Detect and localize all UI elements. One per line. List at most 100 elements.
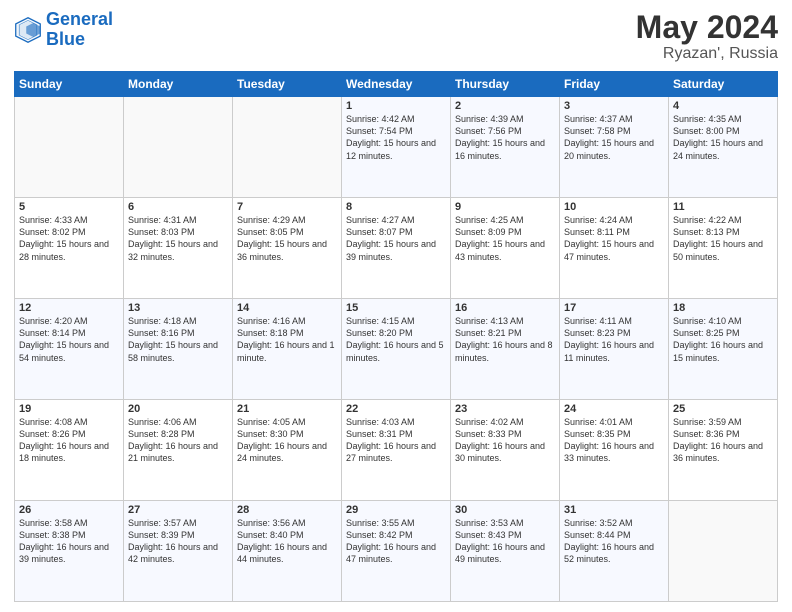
day-number: 24: [564, 403, 664, 415]
cell-info: Sunrise: 3:59 AMSunset: 8:36 PMDaylight:…: [673, 416, 773, 465]
calendar-cell: 31Sunrise: 3:52 AMSunset: 8:44 PMDayligh…: [560, 501, 669, 602]
cell-info: Sunrise: 3:55 AMSunset: 8:42 PMDaylight:…: [346, 517, 446, 566]
calendar-cell: 26Sunrise: 3:58 AMSunset: 8:38 PMDayligh…: [15, 501, 124, 602]
weekday-header-wednesday: Wednesday: [342, 72, 451, 97]
calendar-cell: 16Sunrise: 4:13 AMSunset: 8:21 PMDayligh…: [451, 299, 560, 400]
day-number: 23: [455, 403, 555, 415]
calendar-cell: 30Sunrise: 3:53 AMSunset: 8:43 PMDayligh…: [451, 501, 560, 602]
weekday-header-thursday: Thursday: [451, 72, 560, 97]
cell-info: Sunrise: 4:35 AMSunset: 8:00 PMDaylight:…: [673, 113, 773, 162]
day-number: 20: [128, 403, 228, 415]
week-row-3: 12Sunrise: 4:20 AMSunset: 8:14 PMDayligh…: [15, 299, 778, 400]
day-number: 31: [564, 504, 664, 516]
cell-info: Sunrise: 4:25 AMSunset: 8:09 PMDaylight:…: [455, 214, 555, 263]
header: General Blue May 2024 Ryazan', Russia: [14, 10, 778, 63]
cell-info: Sunrise: 4:22 AMSunset: 8:13 PMDaylight:…: [673, 214, 773, 263]
calendar-cell: 24Sunrise: 4:01 AMSunset: 8:35 PMDayligh…: [560, 400, 669, 501]
weekday-header-tuesday: Tuesday: [233, 72, 342, 97]
day-number: 18: [673, 302, 773, 314]
cell-info: Sunrise: 3:52 AMSunset: 8:44 PMDaylight:…: [564, 517, 664, 566]
cell-info: Sunrise: 4:10 AMSunset: 8:25 PMDaylight:…: [673, 315, 773, 364]
calendar-cell: 12Sunrise: 4:20 AMSunset: 8:14 PMDayligh…: [15, 299, 124, 400]
calendar-cell: [15, 97, 124, 198]
calendar-cell: 20Sunrise: 4:06 AMSunset: 8:28 PMDayligh…: [124, 400, 233, 501]
day-number: 14: [237, 302, 337, 314]
day-number: 16: [455, 302, 555, 314]
calendar-cell: 28Sunrise: 3:56 AMSunset: 8:40 PMDayligh…: [233, 501, 342, 602]
cell-info: Sunrise: 3:56 AMSunset: 8:40 PMDaylight:…: [237, 517, 337, 566]
day-number: 21: [237, 403, 337, 415]
calendar-cell: 3Sunrise: 4:37 AMSunset: 7:58 PMDaylight…: [560, 97, 669, 198]
cell-info: Sunrise: 4:29 AMSunset: 8:05 PMDaylight:…: [237, 214, 337, 263]
cell-info: Sunrise: 4:20 AMSunset: 8:14 PMDaylight:…: [19, 315, 119, 364]
weekday-header-saturday: Saturday: [669, 72, 778, 97]
cell-info: Sunrise: 4:42 AMSunset: 7:54 PMDaylight:…: [346, 113, 446, 162]
calendar-cell: 1Sunrise: 4:42 AMSunset: 7:54 PMDaylight…: [342, 97, 451, 198]
month-title: May 2024: [636, 10, 778, 45]
day-number: 26: [19, 504, 119, 516]
title-block: May 2024 Ryazan', Russia: [636, 10, 778, 63]
calendar-cell: 11Sunrise: 4:22 AMSunset: 8:13 PMDayligh…: [669, 198, 778, 299]
day-number: 7: [237, 201, 337, 213]
calendar-cell: 15Sunrise: 4:15 AMSunset: 8:20 PMDayligh…: [342, 299, 451, 400]
calendar-cell: [669, 501, 778, 602]
weekday-header-sunday: Sunday: [15, 72, 124, 97]
logo-text: General Blue: [46, 10, 113, 50]
cell-info: Sunrise: 4:03 AMSunset: 8:31 PMDaylight:…: [346, 416, 446, 465]
calendar-cell: 9Sunrise: 4:25 AMSunset: 8:09 PMDaylight…: [451, 198, 560, 299]
calendar-cell: 23Sunrise: 4:02 AMSunset: 8:33 PMDayligh…: [451, 400, 560, 501]
cell-info: Sunrise: 4:18 AMSunset: 8:16 PMDaylight:…: [128, 315, 228, 364]
weekday-header-row: SundayMondayTuesdayWednesdayThursdayFrid…: [15, 72, 778, 97]
day-number: 10: [564, 201, 664, 213]
day-number: 29: [346, 504, 446, 516]
day-number: 28: [237, 504, 337, 516]
calendar-cell: 17Sunrise: 4:11 AMSunset: 8:23 PMDayligh…: [560, 299, 669, 400]
calendar-cell: 21Sunrise: 4:05 AMSunset: 8:30 PMDayligh…: [233, 400, 342, 501]
day-number: 17: [564, 302, 664, 314]
cell-info: Sunrise: 4:24 AMSunset: 8:11 PMDaylight:…: [564, 214, 664, 263]
day-number: 22: [346, 403, 446, 415]
calendar-table: SundayMondayTuesdayWednesdayThursdayFrid…: [14, 71, 778, 602]
day-number: 8: [346, 201, 446, 213]
calendar-cell: 14Sunrise: 4:16 AMSunset: 8:18 PMDayligh…: [233, 299, 342, 400]
calendar-cell: [124, 97, 233, 198]
cell-info: Sunrise: 4:05 AMSunset: 8:30 PMDaylight:…: [237, 416, 337, 465]
cell-info: Sunrise: 4:27 AMSunset: 8:07 PMDaylight:…: [346, 214, 446, 263]
cell-info: Sunrise: 4:11 AMSunset: 8:23 PMDaylight:…: [564, 315, 664, 364]
day-number: 25: [673, 403, 773, 415]
calendar-cell: 8Sunrise: 4:27 AMSunset: 8:07 PMDaylight…: [342, 198, 451, 299]
calendar-cell: 6Sunrise: 4:31 AMSunset: 8:03 PMDaylight…: [124, 198, 233, 299]
calendar-cell: 29Sunrise: 3:55 AMSunset: 8:42 PMDayligh…: [342, 501, 451, 602]
logo: General Blue: [14, 10, 113, 50]
page: General Blue May 2024 Ryazan', Russia Su…: [0, 0, 792, 612]
calendar-cell: 10Sunrise: 4:24 AMSunset: 8:11 PMDayligh…: [560, 198, 669, 299]
day-number: 30: [455, 504, 555, 516]
day-number: 5: [19, 201, 119, 213]
day-number: 11: [673, 201, 773, 213]
day-number: 12: [19, 302, 119, 314]
calendar-cell: 22Sunrise: 4:03 AMSunset: 8:31 PMDayligh…: [342, 400, 451, 501]
calendar-cell: 5Sunrise: 4:33 AMSunset: 8:02 PMDaylight…: [15, 198, 124, 299]
calendar-cell: 25Sunrise: 3:59 AMSunset: 8:36 PMDayligh…: [669, 400, 778, 501]
cell-info: Sunrise: 4:33 AMSunset: 8:02 PMDaylight:…: [19, 214, 119, 263]
cell-info: Sunrise: 4:13 AMSunset: 8:21 PMDaylight:…: [455, 315, 555, 364]
cell-info: Sunrise: 4:08 AMSunset: 8:26 PMDaylight:…: [19, 416, 119, 465]
calendar-cell: 27Sunrise: 3:57 AMSunset: 8:39 PMDayligh…: [124, 501, 233, 602]
calendar-cell: 18Sunrise: 4:10 AMSunset: 8:25 PMDayligh…: [669, 299, 778, 400]
cell-info: Sunrise: 4:02 AMSunset: 8:33 PMDaylight:…: [455, 416, 555, 465]
location: Ryazan', Russia: [636, 45, 778, 63]
day-number: 4: [673, 100, 773, 112]
day-number: 15: [346, 302, 446, 314]
cell-info: Sunrise: 4:06 AMSunset: 8:28 PMDaylight:…: [128, 416, 228, 465]
cell-info: Sunrise: 4:31 AMSunset: 8:03 PMDaylight:…: [128, 214, 228, 263]
cell-info: Sunrise: 3:58 AMSunset: 8:38 PMDaylight:…: [19, 517, 119, 566]
day-number: 3: [564, 100, 664, 112]
calendar-cell: 7Sunrise: 4:29 AMSunset: 8:05 PMDaylight…: [233, 198, 342, 299]
cell-info: Sunrise: 3:57 AMSunset: 8:39 PMDaylight:…: [128, 517, 228, 566]
day-number: 1: [346, 100, 446, 112]
day-number: 9: [455, 201, 555, 213]
calendar-cell: 4Sunrise: 4:35 AMSunset: 8:00 PMDaylight…: [669, 97, 778, 198]
week-row-4: 19Sunrise: 4:08 AMSunset: 8:26 PMDayligh…: [15, 400, 778, 501]
cell-info: Sunrise: 4:15 AMSunset: 8:20 PMDaylight:…: [346, 315, 446, 364]
weekday-header-monday: Monday: [124, 72, 233, 97]
